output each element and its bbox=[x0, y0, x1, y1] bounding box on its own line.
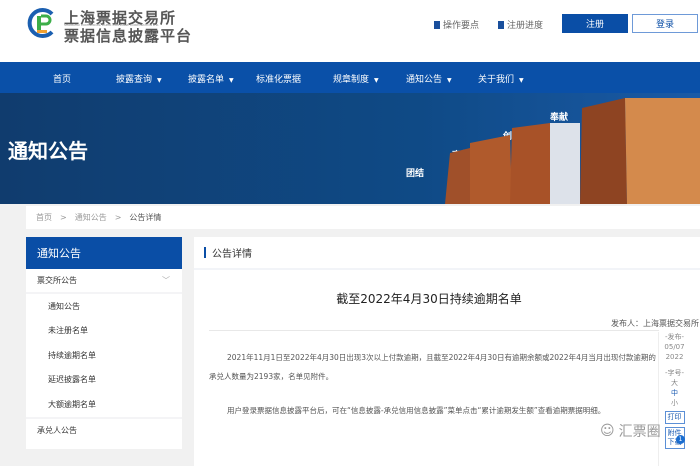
breadcrumb-current: 公告详情 bbox=[129, 213, 162, 222]
sidebar-group-acceptor[interactable]: 承兑人公告 bbox=[26, 416, 182, 442]
banner: 通知公告 团结 高效 创新 奉献 bbox=[0, 93, 700, 204]
caret-down-icon: ▼ bbox=[519, 77, 524, 84]
font-size-label: -字号- bbox=[664, 369, 685, 377]
article-tools: -发布- 05/07 2022 -字号- 大 中 小 打印 附件下载 bbox=[658, 332, 690, 466]
caret-down-icon: ▼ bbox=[447, 77, 452, 84]
nav-about[interactable]: 关于我们 ▼ bbox=[478, 72, 524, 85]
clipboard-icon bbox=[498, 20, 504, 29]
progress-label: 注册进度 bbox=[507, 21, 544, 31]
nav-notices[interactable]: 通知公告 ▼ bbox=[406, 72, 452, 85]
document-icon bbox=[434, 20, 440, 29]
sidebar: 通知公告 票交所公告 ﹀ 通知公告 未注册名单 持续逾期名单 延迟披露名单 大额逾… bbox=[26, 237, 182, 449]
logo-icon[interactable] bbox=[26, 7, 58, 39]
sidebar-group-exchange[interactable]: 票交所公告 ﹀ bbox=[26, 269, 182, 294]
print-button[interactable]: 打印 bbox=[664, 411, 685, 424]
register-button[interactable]: 注册 bbox=[562, 14, 628, 33]
article-title: 截至2022年4月30日持续逾期名单 bbox=[336, 292, 522, 306]
publish-date: 05/07 bbox=[664, 343, 685, 351]
font-large-button[interactable]: 大 bbox=[659, 378, 690, 388]
header: 上海票据交易所 SHANGHAI COMMERCIAL PAPER EXCHAN… bbox=[0, 0, 700, 62]
sidebar-title: 通知公告 bbox=[26, 237, 182, 269]
caret-down-icon: ▼ bbox=[229, 77, 234, 84]
publish-label: -发布- bbox=[664, 333, 685, 341]
sidebar-item-unregistered[interactable]: 未注册名单 bbox=[26, 319, 182, 344]
font-small-button[interactable]: 小 bbox=[659, 398, 690, 408]
wechat-icon: ☺ bbox=[600, 423, 615, 439]
publisher: 发布人：上海票据交易所 bbox=[611, 319, 699, 328]
sidebar-item-large-overdue[interactable]: 大额逾期名单 bbox=[26, 392, 182, 417]
main-nav: 首页 披露查询 ▼ 披露名单 ▼ 标准化票据 规章制度 ▼ 通知公告 ▼ 关于我们 ▼ bbox=[0, 62, 700, 93]
section-title: 公告详情 bbox=[212, 249, 252, 260]
breadcrumb-home[interactable]: 首页 bbox=[36, 212, 52, 223]
logo-subtitle: 票据信息披露平台 bbox=[64, 27, 193, 45]
slogan: 团结 bbox=[406, 169, 425, 179]
nav-disclosure-query[interactable]: 披露查询 ▼ bbox=[116, 72, 162, 85]
caret-down-icon: ▼ bbox=[374, 77, 379, 84]
divider bbox=[209, 330, 659, 331]
registration-progress-link[interactable]: 注册进度 bbox=[498, 18, 543, 31]
breadcrumb-notices[interactable]: 通知公告 bbox=[75, 212, 107, 223]
sidebar-item-notices[interactable]: 通知公告 bbox=[26, 294, 182, 319]
watermark: ☺ 汇票圈 bbox=[600, 423, 661, 440]
publish-year: 2022 bbox=[665, 353, 684, 361]
nav-disclosure-list[interactable]: 披露名单 ▼ bbox=[188, 72, 234, 85]
article-paragraph: 用户登录票据信息披露平台后，可在“信息披露-承兑信用信息披露”菜单点击“累计逾期… bbox=[227, 406, 606, 415]
building-image bbox=[445, 98, 700, 204]
section-header: 公告详情 bbox=[194, 237, 700, 270]
sidebar-item-overdue[interactable]: 持续逾期名单 bbox=[26, 343, 182, 368]
sidebar-item-delayed[interactable]: 延迟披露名单 bbox=[26, 368, 182, 393]
login-button[interactable]: 登录 bbox=[632, 14, 698, 33]
caret-down-icon: ▼ bbox=[157, 77, 162, 84]
breadcrumb: 首页 > 通知公告 > 公告详情 bbox=[26, 206, 700, 229]
article-paragraph: 2021年11月1日至2022年4月30日出现3次以上付款逾期，且截至2022年… bbox=[209, 353, 656, 381]
chevron-down-icon: ﹀ bbox=[162, 276, 170, 285]
banner-title: 通知公告 bbox=[8, 139, 88, 163]
nav-home[interactable]: 首页 bbox=[53, 72, 71, 85]
guide-label: 操作要点 bbox=[443, 21, 480, 31]
guide-link[interactable]: 操作要点 bbox=[434, 18, 479, 31]
nav-regulations[interactable]: 规章制度 ▼ bbox=[333, 72, 379, 85]
nav-standard-bill[interactable]: 标准化票据 bbox=[256, 72, 301, 85]
attachment-count-badge: 1 bbox=[676, 435, 685, 444]
font-medium-button[interactable]: 中 bbox=[659, 388, 690, 398]
